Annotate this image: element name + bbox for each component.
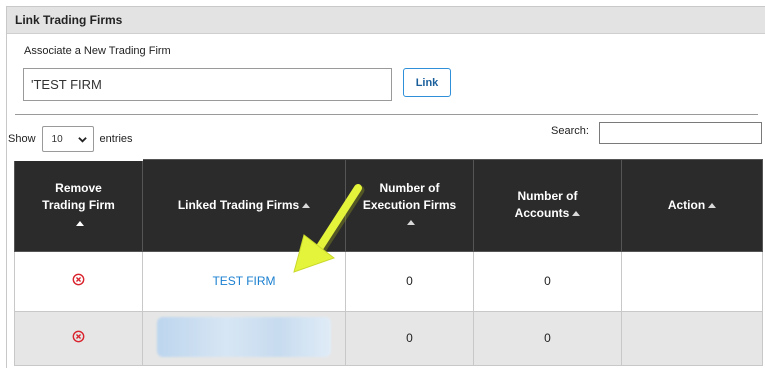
execution-firms-count: 0 <box>345 250 474 312</box>
search-label: Search: <box>551 125 589 137</box>
linked-firm-cell <box>142 310 346 366</box>
sort-asc-icon <box>708 202 717 208</box>
sort-asc-icon <box>76 220 84 226</box>
column-header-linked-trading-firms[interactable]: Linked Trading Firms <box>142 158 346 252</box>
chevron-down-icon <box>77 136 87 143</box>
table-row: 0 0 <box>14 310 763 366</box>
action-cell <box>621 310 763 366</box>
show-label: Show <box>8 133 36 145</box>
link-button[interactable]: Link <box>403 68 451 97</box>
entries-select-value: 10 <box>51 133 63 145</box>
sort-asc-icon <box>572 211 581 217</box>
accounts-count: 0 <box>473 310 622 366</box>
table-row: TEST FIRM 0 0 <box>14 250 763 312</box>
redacted-firm-name[interactable] <box>157 316 331 357</box>
remove-circle-icon[interactable] <box>72 330 85 343</box>
sort-asc-icon <box>302 202 311 208</box>
linked-firm-cell: TEST FIRM <box>142 250 346 312</box>
panel-title: Link Trading Firms <box>7 7 765 34</box>
table-header-row: Remove Trading Firm Linked Trading Firms… <box>14 157 763 252</box>
remove-cell <box>14 250 143 312</box>
sort-asc-icon <box>407 219 415 225</box>
column-header-number-of-accounts[interactable]: Number of Accounts <box>473 158 622 252</box>
column-header-number-of-execution-firms[interactable]: Number of Execution Firms <box>345 158 474 252</box>
action-cell <box>621 250 763 312</box>
trading-firm-input[interactable] <box>23 68 392 101</box>
entries-length-control: Show 10 entries <box>8 126 133 152</box>
accounts-count: 0 <box>473 250 622 312</box>
entries-select[interactable]: 10 <box>41 126 94 152</box>
trading-firm-link[interactable]: TEST FIRM <box>212 274 275 288</box>
divider <box>15 114 758 115</box>
column-header-action[interactable]: Action <box>621 158 763 252</box>
execution-firms-count: 0 <box>345 310 474 366</box>
search-input[interactable] <box>599 122 762 144</box>
entries-label: entries <box>99 133 133 145</box>
associate-firm-label: Associate a New Trading Firm <box>24 45 171 57</box>
remove-circle-icon[interactable] <box>72 273 85 286</box>
remove-cell <box>14 310 143 366</box>
column-header-remove-trading-firm[interactable]: Remove Trading Firm <box>14 157 143 252</box>
linked-firms-table: Remove Trading Firm Linked Trading Firms… <box>14 157 763 366</box>
